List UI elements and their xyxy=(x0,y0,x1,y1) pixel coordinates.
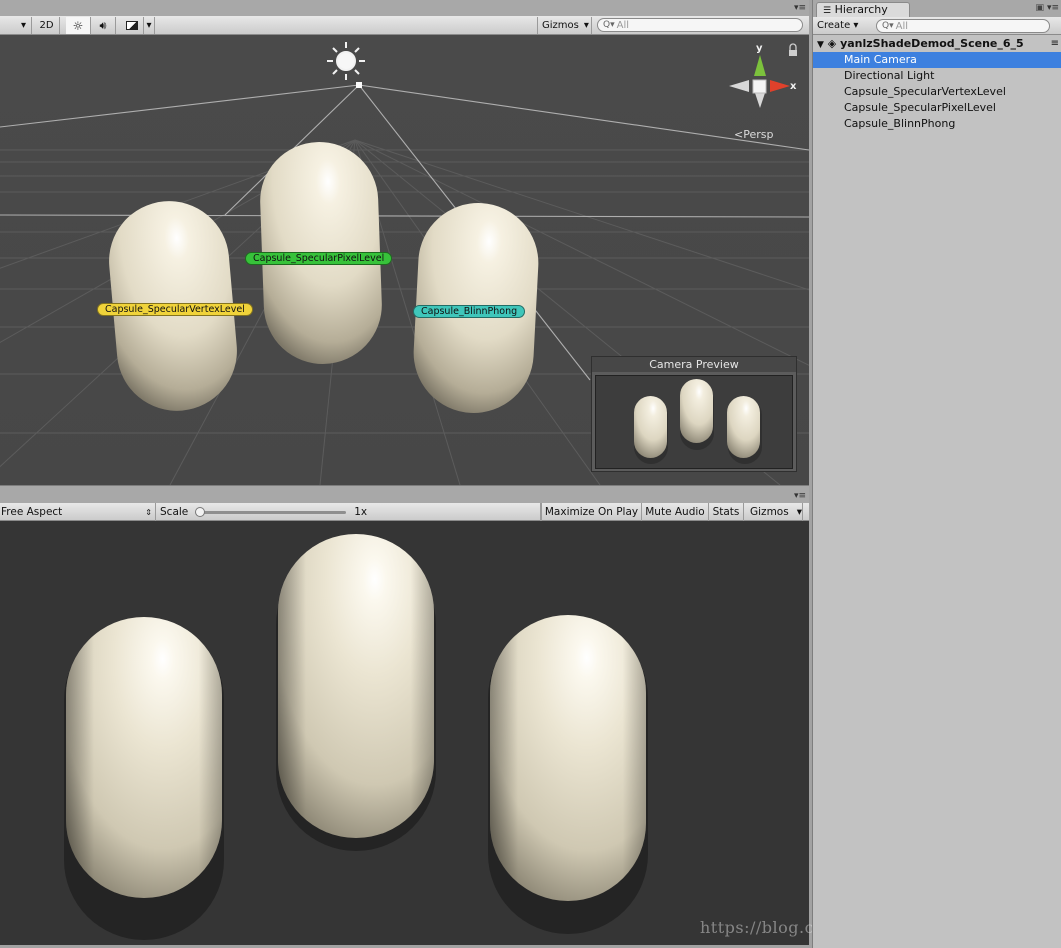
gizmos-dropdown[interactable]: Gizmos ▾ xyxy=(537,17,592,34)
scale-label: Scale xyxy=(160,506,189,518)
persp-icon: < xyxy=(734,128,744,141)
gizmos-label: Gizmos xyxy=(542,20,579,31)
expand-triangle-icon[interactable]: ▼ xyxy=(817,40,824,50)
sun-icon: ☼ xyxy=(72,18,84,33)
aspect-dropdown[interactable]: Free Aspect ⇕ xyxy=(0,503,156,521)
panel-menu-icon[interactable]: ▾≡ xyxy=(794,491,806,501)
hierarchy-panel: ☰ Hierarchy ▣ ▾≡ Create ▾ Q▾ All ▼ ◈ yan… xyxy=(812,0,1061,948)
tab-hierarchy[interactable]: ☰ Hierarchy xyxy=(816,2,910,17)
game-gizmos-label: Gizmos xyxy=(750,506,789,518)
projection-toggle[interactable]: <Persp xyxy=(734,128,773,141)
scene-menu-icon[interactable]: ≡ xyxy=(1051,36,1059,52)
hierarchy-item-label: Capsule_SpecularPixelLevel xyxy=(844,101,996,114)
scene-root-row[interactable]: ▼ ◈ yanlzShadeDemod_Scene_6_5 ≡ xyxy=(813,36,1061,52)
scale-value: 1x xyxy=(354,506,368,518)
hierarchy-list: ▼ ◈ yanlzShadeDemod_Scene_6_5 ≡ Main Cam… xyxy=(813,36,1061,132)
unity-scene-icon: ◈ xyxy=(827,37,837,50)
scene-name: yanlzShadeDemod_Scene_6_5 xyxy=(840,37,1024,50)
scale-slider[interactable] xyxy=(195,506,347,517)
game-toolbar: Free Aspect ⇕ Scale 1x Maximize On Play … xyxy=(0,503,809,521)
search-icon: Q▾ xyxy=(603,20,615,30)
audio-toggle-button[interactable]: 🔊︎ xyxy=(91,17,116,34)
camera-position-handle[interactable] xyxy=(356,82,362,88)
scene-search-placeholder: All xyxy=(616,19,630,31)
game-tab-strip: ▾≡ xyxy=(0,485,809,503)
updown-arrow-icon: ⇕ xyxy=(145,507,152,517)
lighting-toggle-button[interactable]: ☼ xyxy=(66,17,91,34)
hierarchy-toolbar: Create ▾ Q▾ All xyxy=(813,17,1061,35)
scale-slider-thumb[interactable] xyxy=(195,506,206,517)
hierarchy-icon: ☰ xyxy=(823,6,832,16)
projection-label: Persp xyxy=(743,128,774,141)
hierarchy-item-label: Capsule_SpecularVertexLevel xyxy=(844,85,1006,98)
hierarchy-items: Main Camera Directional Light Capsule_Spec… xyxy=(813,52,1061,132)
speaker-icon: 🔊︎ xyxy=(99,18,107,32)
search-icon: Q▾ xyxy=(882,21,894,31)
effects-toggle-button[interactable] xyxy=(120,17,144,34)
game-gizmos-dropdown[interactable]: Gizmos ▾ xyxy=(744,503,803,521)
hierarchy-item-label: Capsule_BlinnPhong xyxy=(844,117,956,130)
hierarchy-item[interactable]: Capsule_BlinnPhong xyxy=(813,116,1061,132)
axis-y-label: y xyxy=(756,43,763,54)
create-dropdown[interactable]: Create ▾ xyxy=(817,19,858,33)
effects-dropdown-icon[interactable]: ▾ xyxy=(144,17,155,34)
hierarchy-item-label: Main Camera xyxy=(844,53,917,66)
hierarchy-item[interactable]: Capsule_SpecularVertexLevel xyxy=(813,84,1061,100)
label-capsule-blinn[interactable]: Capsule_BlinnPhong xyxy=(413,305,526,318)
mute-audio-button[interactable]: Mute Audio xyxy=(642,503,709,521)
scale-control: Scale 1x xyxy=(156,503,541,521)
aspect-label: Free Aspect xyxy=(1,506,63,518)
hierarchy-item[interactable]: Main Camera xyxy=(813,52,1061,68)
camera-preview-canvas xyxy=(634,379,762,464)
hierarchy-item[interactable]: Directional Light xyxy=(813,68,1061,84)
hierarchy-item-label: Directional Light xyxy=(844,69,935,82)
toggle-2d-button[interactable]: 2D xyxy=(34,17,60,34)
maximize-on-play-button[interactable]: Maximize On Play xyxy=(541,503,642,521)
create-label: Create xyxy=(817,20,851,31)
lock-icon[interactable]: ▣ xyxy=(1035,3,1044,13)
image-icon xyxy=(125,21,138,30)
scene-toolbar: ▾ 2D ☼ 🔊︎ ▾ Gizmos ▾ Q▾ All xyxy=(0,16,809,35)
stats-button[interactable]: Stats xyxy=(709,503,744,521)
panel-menu-icon[interactable]: ▾≡ xyxy=(1047,3,1059,13)
label-capsule-vertex[interactable]: Capsule_SpecularVertexLevel xyxy=(97,303,253,316)
label-capsule-pixel[interactable]: Capsule_SpecularPixelLevel xyxy=(245,252,393,265)
hierarchy-search-input[interactable]: Q▾ All xyxy=(876,19,1050,33)
scene-view[interactable]: ▾≡ ▾ 2D ☼ 🔊︎ ▾ Gizmos ▾ Q▾ All y x <Pers… xyxy=(0,0,809,485)
chevron-down-icon: ▾ xyxy=(796,506,802,518)
panel-menu-icon[interactable]: ▾≡ xyxy=(794,3,806,13)
axis-x-label: x xyxy=(790,81,797,92)
camera-preview-image xyxy=(595,375,793,469)
capsule-blinn-phong[interactable] xyxy=(490,615,646,901)
chevron-down-icon: ▾ xyxy=(853,20,859,31)
game-canvas xyxy=(64,534,648,940)
shading-mode-dropdown-icon[interactable]: ▾ xyxy=(0,17,32,34)
capsule-vertex-level[interactable] xyxy=(66,617,222,898)
capsule-pixel-level[interactable] xyxy=(278,534,434,838)
scene-search-input[interactable]: Q▾ All xyxy=(597,18,803,32)
camera-preview-title: Camera Preview xyxy=(592,357,796,372)
hierarchy-tab-strip: ☰ Hierarchy ▣ ▾≡ xyxy=(813,0,1061,17)
scene-tab-strip: ▾≡ xyxy=(0,0,809,16)
hierarchy-tab-label: Hierarchy xyxy=(834,3,888,16)
chevron-down-icon: ▾ xyxy=(583,20,589,31)
camera-preview-panel: Camera Preview xyxy=(591,356,797,472)
hierarchy-item[interactable]: Capsule_SpecularPixelLevel xyxy=(813,100,1061,116)
game-viewport[interactable] xyxy=(0,521,809,945)
hierarchy-search-placeholder: All xyxy=(895,20,909,32)
